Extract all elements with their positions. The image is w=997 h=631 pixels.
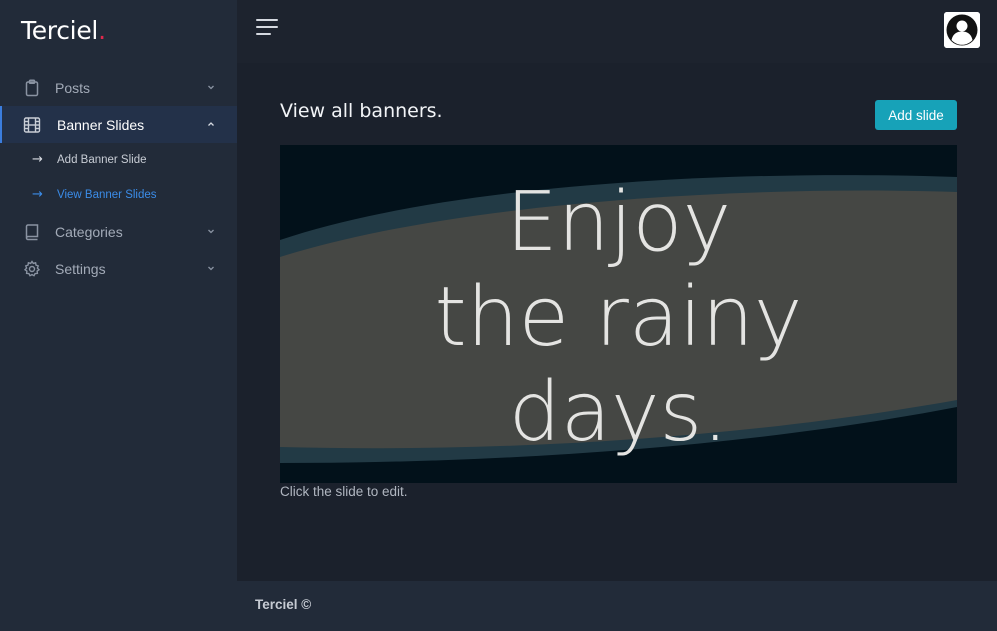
brand-dot: . <box>98 16 106 45</box>
hamburger-icon[interactable] <box>256 19 280 39</box>
sidebar-subitem-label: View Banner Slides <box>57 189 157 201</box>
sidebar-item-categories[interactable]: Categories <box>0 213 237 250</box>
banner-slide[interactable]: Enjoy the rainy days. <box>280 145 957 483</box>
footer-copyright: Terciel © <box>255 597 312 612</box>
chevron-up-icon <box>208 122 214 126</box>
gear-icon <box>23 260 41 277</box>
user-avatar-icon[interactable] <box>944 12 980 48</box>
page-title: View all banners. <box>280 100 443 122</box>
clipboard-icon <box>25 79 39 97</box>
slide-line: Enjoy <box>505 175 732 270</box>
topbar <box>237 0 997 63</box>
sidebar-item-label: Categories <box>55 223 123 240</box>
slide-headline: Enjoy the rainy days. <box>280 175 957 460</box>
sidebar-item-label: Settings <box>55 260 106 277</box>
arrow-right-icon: → <box>32 187 43 202</box>
film-icon <box>23 117 41 133</box>
book-icon <box>25 224 39 241</box>
brand-logo[interactable]: Terciel. <box>21 16 106 45</box>
chevron-down-icon <box>208 229 214 234</box>
sidebar-item-label: Banner Slides <box>57 116 145 133</box>
sidebar: Terciel. Posts Banner Slides → Add Banne… <box>0 0 237 631</box>
slide-line: days. <box>508 365 729 460</box>
sidebar-item-label: Posts <box>55 79 91 96</box>
sidebar-item-banner-slides[interactable]: Banner Slides <box>0 106 237 143</box>
edit-hint: Click the slide to edit. <box>280 484 408 499</box>
main-content: View all banners. Add slide Enjoy the ra… <box>237 63 997 581</box>
chevron-down-icon <box>208 266 214 271</box>
chevron-down-icon <box>208 85 214 90</box>
arrow-right-icon: → <box>32 152 43 167</box>
sidebar-subitem-view-banner-slides[interactable]: → View Banner Slides <box>0 181 237 211</box>
add-slide-button[interactable]: Add slide <box>875 100 957 130</box>
footer: Terciel © <box>237 581 997 631</box>
sidebar-subitem-add-banner-slide[interactable]: → Add Banner Slide <box>0 146 237 176</box>
brand-name: Terciel <box>21 16 99 45</box>
sidebar-item-posts[interactable]: Posts <box>0 69 237 106</box>
sidebar-item-settings[interactable]: Settings <box>0 250 237 287</box>
sidebar-subitem-label: Add Banner Slide <box>57 154 147 166</box>
slide-line: the rainy <box>434 270 803 365</box>
